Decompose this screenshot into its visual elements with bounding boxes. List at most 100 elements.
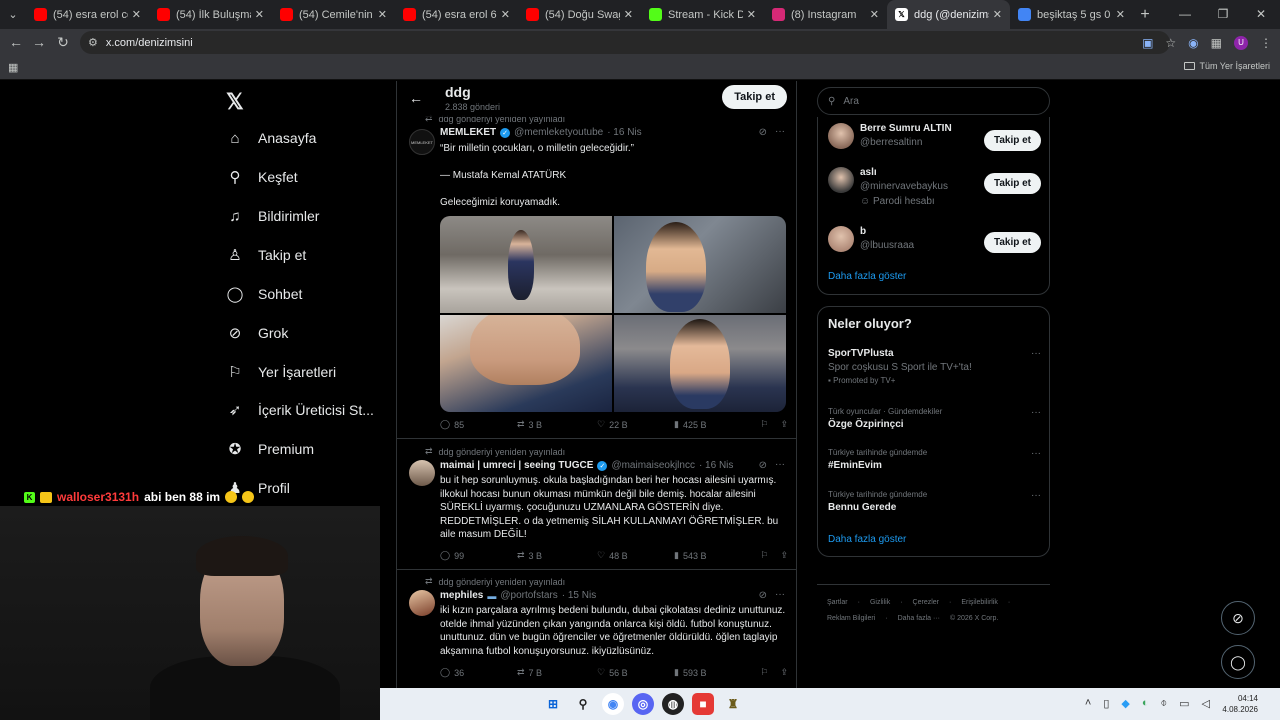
- url-bar[interactable]: ⚙ x.com/denizimsini: [80, 31, 1170, 54]
- grok-icon[interactable]: ⊘: [759, 590, 767, 601]
- author-handle[interactable]: @memleketyoutube: [514, 127, 603, 138]
- browser-tab[interactable]: 𝕏ddg (@denizimsini) / ✕: [887, 0, 1010, 29]
- nav-item[interactable]: ⚲ Keşfet: [226, 168, 298, 186]
- nav-item[interactable]: ➶ İçerik Üreticisi St...: [226, 401, 374, 419]
- share-icon[interactable]: ⇪: [780, 419, 788, 430]
- tray-app-icon[interactable]: ▯: [1103, 697, 1109, 710]
- nav-item[interactable]: ⌂ Anasayfa: [226, 129, 316, 147]
- close-window-button[interactable]: ✕: [1242, 0, 1280, 29]
- footer-link[interactable]: Çerezler: [913, 599, 939, 606]
- grok-fab-icon[interactable]: ⊘: [1221, 601, 1255, 635]
- close-tab-icon[interactable]: ✕: [132, 8, 141, 21]
- tweet-photo[interactable]: [614, 315, 786, 412]
- tweet-time[interactable]: · 16 Nis: [699, 460, 733, 471]
- close-tab-icon[interactable]: ✕: [1116, 8, 1125, 21]
- follow-user-button[interactable]: Takip et: [983, 130, 1041, 151]
- avatar[interactable]: [828, 226, 854, 252]
- close-tab-icon[interactable]: ✕: [624, 8, 633, 21]
- trend-item[interactable]: Türk oyuncular · Gündemdekiler Özge Özpi…: [828, 407, 1041, 430]
- grok-icon[interactable]: ⊘: [759, 460, 767, 471]
- browser-tab[interactable]: (54) esra erol cemile ✕: [26, 0, 149, 29]
- back-icon[interactable]: ←: [4, 34, 28, 50]
- clock[interactable]: 04:14 4.08.2026: [1222, 693, 1258, 715]
- bookmark-icon[interactable]: ⚐: [760, 667, 768, 678]
- reload-icon[interactable]: ↻: [51, 34, 75, 51]
- reply-button[interactable]: ◯ 36: [440, 667, 517, 678]
- tweet-time[interactable]: · 16 Nis: [607, 127, 641, 138]
- game-icon[interactable]: ♜: [722, 693, 744, 715]
- maximize-button[interactable]: ❐: [1204, 0, 1242, 29]
- browser-tab[interactable]: Stream - Kick Dashbo ✕: [641, 0, 764, 29]
- bookmark-icon[interactable]: ⚐: [760, 419, 768, 430]
- nav-item[interactable]: ⊘ Grok: [226, 324, 289, 342]
- views-button[interactable]: ▮ 593 B: [674, 667, 756, 678]
- obs-icon[interactable]: ◍: [662, 693, 684, 715]
- microphone-icon[interactable]: ⌽: [1161, 697, 1168, 710]
- author-name[interactable]: maimai | umreci | seeing TUGCE: [440, 460, 593, 471]
- trend-item[interactable]: Türkiye tarihinde gündemde Bennu Gerede …: [828, 490, 1041, 513]
- more-icon[interactable]: ···: [1031, 490, 1041, 501]
- close-tab-icon[interactable]: ✕: [870, 8, 879, 21]
- footer-link[interactable]: Gizlilik: [870, 599, 890, 606]
- discord-icon[interactable]: ◎: [632, 693, 654, 715]
- browser-tab[interactable]: (54) İlk Buluşma - You ✕: [149, 0, 272, 29]
- close-tab-icon[interactable]: ✕: [255, 8, 264, 21]
- browser-tab[interactable]: (54) Doğu Swag & Ka ✕: [518, 0, 641, 29]
- bookmark-icon[interactable]: ⚐: [760, 550, 768, 561]
- author-handle[interactable]: @portofstars: [500, 590, 557, 601]
- like-button[interactable]: ♡ 22 B: [597, 419, 674, 430]
- chevron-up-icon[interactable]: ˄: [1085, 697, 1091, 710]
- apps-grid-icon[interactable]: ▦: [8, 61, 18, 74]
- more-icon[interactable]: ···: [775, 589, 785, 600]
- tweet[interactable]: ⇄ ddg gönderiyi yeniden yayınladı maimai…: [397, 440, 796, 570]
- tweet-photo[interactable]: [614, 216, 786, 313]
- all-bookmarks-button[interactable]: Tüm Yer İşaretleri: [1184, 61, 1270, 71]
- trend-item[interactable]: SporTVPlusta Spor coşkusu S Sport ile TV…: [828, 348, 1041, 385]
- search-icon[interactable]: ⚲: [572, 693, 594, 715]
- author-handle[interactable]: @maimaiseokjlncc: [611, 460, 695, 471]
- trend-item[interactable]: Türkiye tarihinde gündemde #EminEvim ···: [828, 448, 1041, 471]
- back-arrow-icon[interactable]: ←: [409, 90, 423, 106]
- forward-icon[interactable]: →: [27, 34, 51, 50]
- avatar[interactable]: MEMLEKET: [409, 129, 435, 155]
- more-icon[interactable]: ···: [1031, 448, 1041, 459]
- puzzle-icon[interactable]: ▦: [1211, 36, 1222, 50]
- share-icon[interactable]: ⇪: [780, 667, 788, 678]
- profile-avatar[interactable]: U: [1234, 35, 1248, 50]
- avatar[interactable]: [828, 123, 854, 149]
- repost-button[interactable]: ⇄ 3 B: [517, 550, 597, 561]
- network-icon[interactable]: ▭: [1179, 697, 1189, 710]
- more-icon[interactable]: ···: [775, 459, 785, 470]
- volume-icon[interactable]: ◁: [1202, 697, 1210, 710]
- footer-link[interactable]: Şartlar: [827, 599, 848, 606]
- close-tab-icon[interactable]: ✕: [747, 8, 756, 21]
- minimize-button[interactable]: —: [1166, 0, 1204, 29]
- more-icon[interactable]: ···: [1031, 348, 1041, 359]
- start-icon[interactable]: ⊞: [542, 693, 564, 715]
- new-tab-button[interactable]: +: [1133, 6, 1157, 24]
- repost-button[interactable]: ⇄ 7 B: [517, 667, 597, 678]
- browser-tab[interactable]: (54) esra erol 66 yaşı ✕: [395, 0, 518, 29]
- nav-item[interactable]: ⚐ Yer İşaretleri: [226, 363, 336, 381]
- nav-item[interactable]: ♙ Takip et: [226, 246, 306, 264]
- tweet-time[interactable]: · 15 Nis: [562, 590, 596, 601]
- tweet[interactable]: ⇄ ddg gönderiyi yeniden yayınladı mephil…: [397, 571, 796, 688]
- chrome-icon[interactable]: ◉: [602, 693, 624, 715]
- trends-show-more-link[interactable]: Daha fazla göster: [828, 534, 906, 545]
- more-icon[interactable]: ···: [1031, 407, 1041, 418]
- avatar[interactable]: [409, 590, 435, 616]
- app-icon[interactable]: ■: [692, 693, 714, 715]
- reply-button[interactable]: ◯ 99: [440, 550, 517, 561]
- more-icon[interactable]: ···: [775, 126, 785, 137]
- bookmark-star-icon[interactable]: ☆: [1165, 36, 1176, 50]
- browser-tab[interactable]: beşiktaş 5 gs 0 - Goo ✕: [1010, 0, 1133, 29]
- footer-link[interactable]: Daha fazla ···: [898, 615, 940, 622]
- search-input[interactable]: ⚲ Ara: [817, 87, 1050, 115]
- tab-search-button[interactable]: ⌄: [0, 0, 26, 29]
- menu-icon[interactable]: ⋮: [1260, 36, 1272, 50]
- tweet-photo[interactable]: [440, 315, 612, 412]
- extension-icon[interactable]: ◉: [1188, 36, 1198, 50]
- reply-button[interactable]: ◯ 85: [440, 419, 517, 430]
- close-tab-icon[interactable]: ✕: [501, 8, 510, 21]
- x-logo-icon[interactable]: 𝕏: [226, 89, 244, 115]
